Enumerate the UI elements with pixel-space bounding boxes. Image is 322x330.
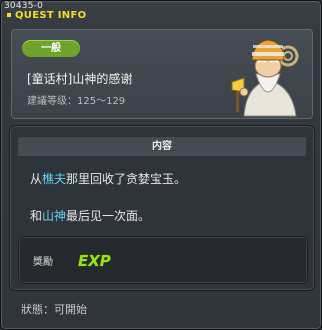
exp-icon-text: EXP <box>78 252 111 270</box>
reward-label: 獎勵 <box>33 257 53 268</box>
mountain-god-npc-icon <box>231 39 299 117</box>
npc-link-woodcutter[interactable]: 樵夫 <box>42 172 66 186</box>
content-line-2-post: 最后见一次面。 <box>66 209 151 223</box>
content-line-2-pre: 和 <box>30 209 43 223</box>
quest-name: [童话村]山神的感谢 <box>27 72 133 86</box>
content-header: 内容 <box>18 137 306 156</box>
npc-link-mountain-god[interactable]: 山神 <box>42 209 66 223</box>
reward-box: 獎勵 EXP <box>18 236 308 284</box>
quest-category-badge: 一般 <box>22 40 80 57</box>
quest-status: 狀態：可開始 <box>21 303 87 316</box>
quest-header-panel: 一般 [童话村]山神的感谢 建議等级：125～129 <box>11 29 313 119</box>
quest-level-range: 建議等级：125～129 <box>27 96 126 107</box>
content-line-1: 从樵夫那里回收了贪婪宝玉。 <box>30 170 186 187</box>
quest-info-window: 30435-0 QUEST INFO 一般 [童话村]山神的感谢 建議等级：12… <box>0 0 322 330</box>
content-line-1-post: 那里回收了贪婪宝玉。 <box>66 172 187 186</box>
quest-body-panel: 内容 从樵夫那里回收了贪婪宝玉。 和山神最后见一次面。 獎勵 EXP <box>9 125 315 291</box>
content-line-2: 和山神最后见一次面。 <box>30 207 150 224</box>
window-title-text: QUEST INFO <box>15 10 87 21</box>
title-bullet-icon <box>7 13 11 17</box>
content-line-1-pre: 从 <box>30 172 43 186</box>
window-title: QUEST INFO <box>7 10 86 21</box>
exp-icon: EXP <box>77 251 111 270</box>
